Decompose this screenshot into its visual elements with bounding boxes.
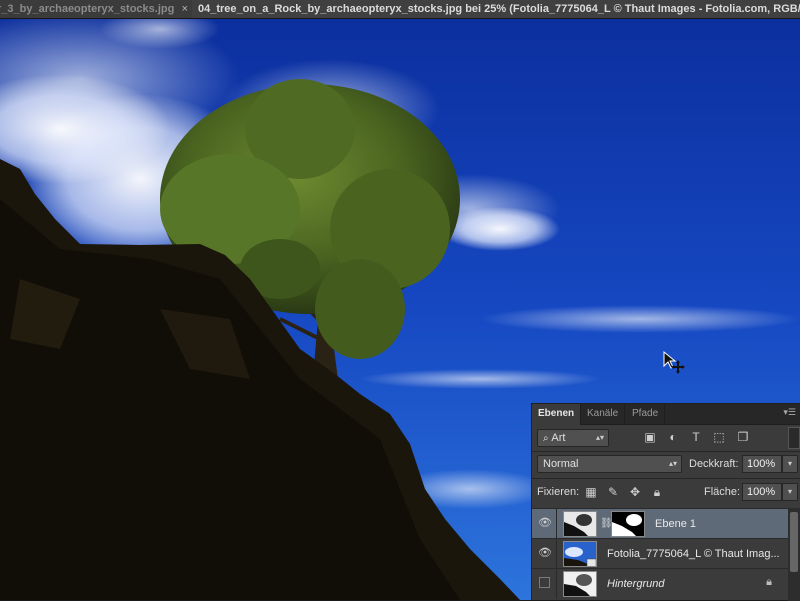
- blend-mode-dropdown[interactable]: Normal ▴▾: [537, 455, 682, 473]
- tab-pfade[interactable]: Pfade: [626, 404, 666, 424]
- layer-row-hintergrund[interactable]: Hintergrund 🔒︎: [532, 568, 788, 599]
- tab-ebenen[interactable]: Ebenen: [532, 404, 582, 425]
- layers-panel: Ebenen Kanäle Pfade ▾☰ ⌕ Art ▴▾ ▣ ◐ T ⬚ …: [531, 403, 800, 601]
- document-tab-bar: r_3_by_archaeopteryx_stocks.jpg × 04_tre…: [0, 0, 800, 19]
- panel-menu-icon[interactable]: ▾☰: [783, 407, 796, 418]
- lock-label: Fixieren:: [537, 486, 580, 498]
- layer-thumbnail: [563, 511, 597, 537]
- layer-row-fotolia[interactable]: 👁︎ Fotolia_7775064_L © Thaut Imag...: [532, 538, 788, 569]
- chevron-updown-icon: ▴▾: [668, 459, 677, 468]
- layer-name: Hintergrund: [607, 578, 665, 590]
- opacity-input[interactable]: 100%: [742, 455, 782, 473]
- panel-tab-bar: Ebenen Kanäle Pfade ▾☰: [532, 404, 800, 425]
- divider: [532, 478, 800, 479]
- lock-transparent-icon[interactable]: ▦: [584, 485, 598, 499]
- layer-thumbnail: [563, 571, 597, 597]
- eye-visibility-icon[interactable]: 👁︎: [538, 517, 552, 529]
- layer-name: Ebene 1: [655, 518, 696, 530]
- document-tab-active[interactable]: 04_tree_on_a_Rock_by_archaeopteryx_stock…: [192, 0, 800, 18]
- scrollbar-thumb[interactable]: [790, 512, 798, 572]
- layers-scrollbar[interactable]: [788, 508, 800, 601]
- opacity-label: Deckkraft:: [689, 458, 739, 470]
- layer-row-ebene-1[interactable]: 👁︎ ⛓ Ebene 1: [532, 508, 788, 539]
- layer-name: Fotolia_7775064_L © Thaut Imag...: [607, 548, 780, 560]
- lock-position-icon[interactable]: ✥: [628, 485, 642, 499]
- blend-mode-value: Normal: [543, 458, 579, 470]
- close-tab-icon[interactable]: ×: [182, 0, 188, 18]
- fill-input[interactable]: 100%: [742, 483, 782, 501]
- lock-image-icon[interactable]: ✎: [606, 485, 620, 499]
- eye-visibility-icon[interactable]: 👁︎: [538, 547, 552, 559]
- layer-filter-dropdown[interactable]: ⌕ Art ▴▾: [537, 429, 609, 447]
- divider: [532, 451, 800, 452]
- lock-icon: 🔒︎: [766, 576, 772, 588]
- shape-filter-icon[interactable]: ⬚: [712, 430, 726, 444]
- document-tab-inactive[interactable]: r_3_by_archaeopteryx_stocks.jpg ×: [0, 0, 192, 18]
- image-filter-icon[interactable]: ▣: [643, 430, 657, 444]
- chevron-updown-icon: ▴▾: [595, 433, 604, 442]
- opacity-dropdown-icon[interactable]: ▾: [782, 455, 798, 473]
- document-tab-label: 04_tree_on_a_Rock_by_archaeopteryx_stock…: [198, 3, 800, 15]
- filter-kind-value: Art: [551, 432, 566, 444]
- fill-dropdown-icon[interactable]: ▾: [782, 483, 798, 501]
- divider: [556, 539, 557, 569]
- smart-object-filter-icon[interactable]: ❐: [736, 430, 750, 444]
- divider: [556, 569, 557, 599]
- type-filter-icon[interactable]: T: [689, 430, 703, 444]
- document-tab-label: r_3_by_archaeopteryx_stocks.jpg: [0, 3, 175, 15]
- layer-mask-thumbnail[interactable]: [611, 511, 645, 537]
- tab-kanaele[interactable]: Kanäle: [581, 404, 626, 424]
- lock-all-icon[interactable]: 🔒︎: [650, 485, 664, 499]
- layer-thumbnail: [563, 541, 597, 567]
- adjustment-filter-icon[interactable]: ◐: [666, 430, 680, 444]
- filter-toggle-switch[interactable]: [788, 427, 800, 449]
- divider: [556, 509, 557, 539]
- fill-label: Fläche:: [704, 486, 741, 498]
- visibility-toggle[interactable]: [539, 577, 550, 588]
